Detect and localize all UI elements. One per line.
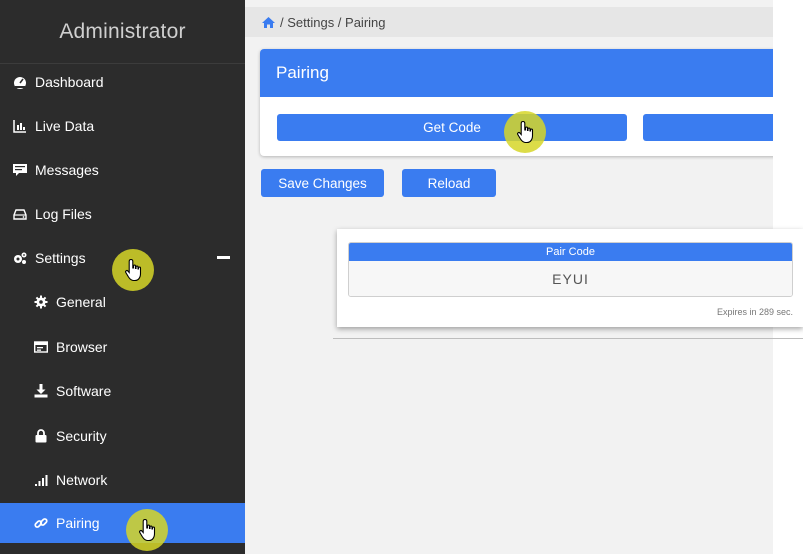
sidebar-item-label: Pairing	[56, 515, 100, 531]
card-title: Pairing	[260, 49, 780, 97]
sidebar-item-label: General	[56, 294, 106, 310]
secondary-button[interactable]	[643, 114, 780, 141]
tachometer-icon	[13, 75, 27, 89]
link-icon	[34, 516, 48, 530]
pair-code-header: Pair Code	[349, 243, 792, 261]
hand-cursor-icon	[125, 258, 142, 282]
home-icon[interactable]	[261, 16, 276, 29]
hand-cursor-icon	[139, 518, 156, 542]
browser-icon	[34, 340, 48, 354]
collapse-icon[interactable]	[217, 256, 230, 259]
breadcrumb: / Settings / Pairing	[245, 7, 773, 37]
message-icon	[13, 163, 27, 177]
cogs-icon	[13, 251, 27, 265]
sidebar-item-label: Network	[56, 472, 108, 488]
sidebar-item-label: Live Data	[35, 118, 95, 134]
sidebar-item-messages[interactable]: Messages	[0, 150, 245, 190]
pair-code-popup: Pair Code EYUI Expires in 289 sec.	[337, 229, 803, 327]
sidebar-item-label: Security	[56, 428, 107, 444]
sidebar-item-dashboard[interactable]: Dashboard	[0, 62, 245, 102]
breadcrumb-path: / Settings / Pairing	[280, 14, 386, 30]
reload-button[interactable]: Reload	[402, 169, 496, 197]
hand-cursor-icon	[517, 120, 534, 144]
sidebar-item-network[interactable]: Network	[0, 460, 245, 500]
sidebar-item-log-files[interactable]: Log Files	[0, 194, 245, 234]
bar-chart-icon	[13, 119, 27, 133]
brand-title: Administrator	[0, 0, 245, 64]
divider	[333, 338, 803, 339]
sidebar-item-label: Log Files	[35, 206, 92, 222]
pair-code-box: Pair Code EYUI	[348, 242, 793, 297]
sidebar-item-label: Messages	[35, 162, 99, 178]
sidebar: Administrator Dashboard Live Data Messag…	[0, 0, 245, 554]
sidebar-item-security[interactable]: Security	[0, 416, 245, 456]
save-changes-button[interactable]: Save Changes	[261, 169, 384, 197]
sidebar-item-label: Settings	[35, 250, 86, 266]
sidebar-item-label: Software	[56, 383, 112, 399]
sidebar-item-browser[interactable]: Browser	[0, 327, 245, 367]
lock-icon	[34, 429, 48, 443]
signal-icon	[34, 473, 48, 487]
sidebar-item-label: Browser	[56, 339, 108, 355]
download-icon	[34, 384, 48, 398]
sidebar-item-label: Dashboard	[35, 74, 104, 90]
sidebar-item-pairing[interactable]: Pairing	[0, 503, 245, 543]
gear-icon	[34, 295, 48, 309]
sidebar-item-live-data[interactable]: Live Data	[0, 106, 245, 146]
pair-code-value: EYUI	[349, 261, 792, 296]
expires-text: Expires in 289 sec.	[716, 307, 793, 317]
sidebar-item-software[interactable]: Software	[0, 371, 245, 411]
hdd-icon	[13, 207, 27, 221]
get-code-button[interactable]: Get Code	[277, 114, 627, 141]
